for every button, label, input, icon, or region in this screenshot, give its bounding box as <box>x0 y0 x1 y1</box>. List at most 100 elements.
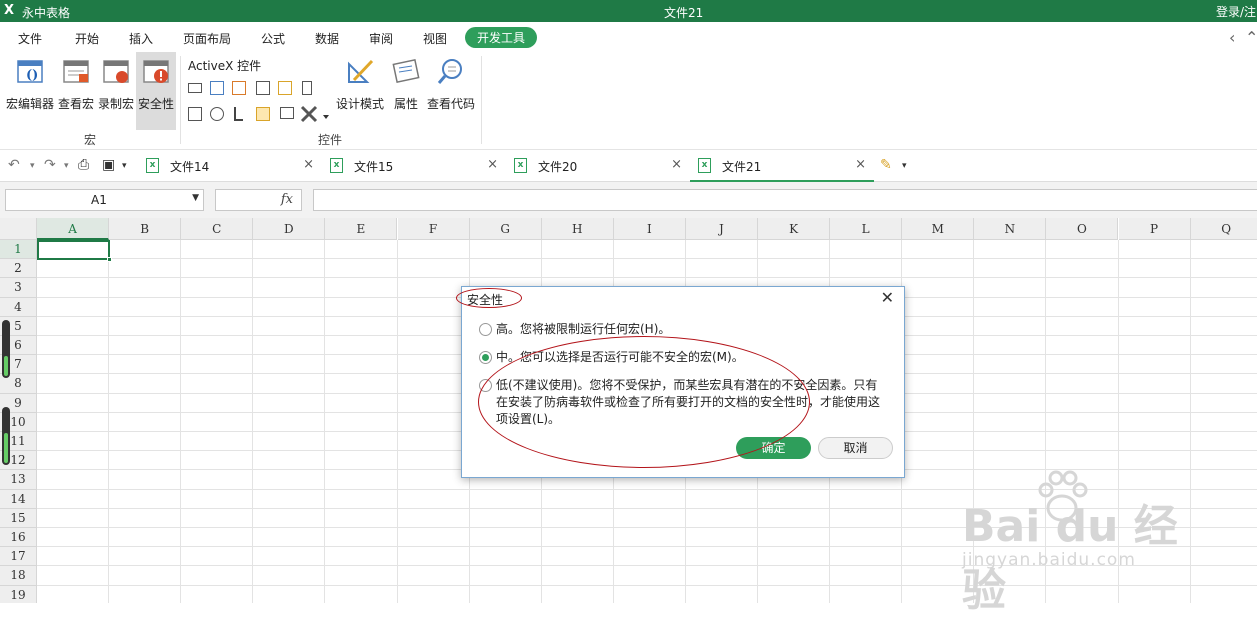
select-all-corner[interactable] <box>0 218 37 240</box>
view-macros-button[interactable]: 查看宏 <box>57 52 95 130</box>
label-control-icon[interactable] <box>234 107 243 121</box>
active-cell[interactable] <box>37 240 112 262</box>
fill-handle[interactable] <box>107 257 112 262</box>
column-header[interactable]: Q <box>1190 218 1257 240</box>
row-header[interactable]: 19 <box>0 585 37 603</box>
undo-dropdown-icon[interactable]: ▾ <box>30 161 35 171</box>
menu-insert[interactable]: 插入 <box>129 30 153 47</box>
ribbon-separator <box>180 56 181 144</box>
insert-function-box[interactable]: fx <box>215 189 302 211</box>
watermark-url: jingyan.baidu.com <box>962 550 1136 570</box>
tab-file15[interactable]: x 文件15 × <box>322 150 506 182</box>
column-header[interactable]: N <box>974 218 1047 240</box>
row-header[interactable]: 17 <box>0 547 37 567</box>
column-header[interactable]: G <box>469 218 542 240</box>
side-scroll-handle[interactable] <box>2 407 10 465</box>
column-header[interactable]: M <box>902 218 975 240</box>
close-tab-icon[interactable]: × <box>855 157 866 172</box>
row-header[interactable]: 1 <box>0 240 37 260</box>
row-header[interactable]: 18 <box>0 566 37 586</box>
column-header[interactable]: L <box>830 218 903 240</box>
more-controls-icon[interactable] <box>300 105 330 123</box>
row-header[interactable]: 3 <box>0 278 37 298</box>
column-header[interactable]: J <box>685 218 758 240</box>
tab-file14[interactable]: x 文件14 × <box>138 150 322 182</box>
new-document-icon[interactable]: ✎ <box>880 157 892 173</box>
menu-file[interactable]: 文件 <box>18 30 42 47</box>
quick-access-dropdown-icon[interactable]: ▾ <box>122 161 127 171</box>
menu-formulas[interactable]: 公式 <box>261 30 285 47</box>
formula-input[interactable] <box>313 189 1257 211</box>
security-icon <box>143 60 169 83</box>
design-mode-icon <box>348 59 374 83</box>
design-mode-button[interactable]: 设计模式 <box>334 52 386 130</box>
menu-developer[interactable]: 开发工具 <box>465 27 538 48</box>
macro-editor-button[interactable]: () 宏编辑器 <box>5 52 55 130</box>
redo-dropdown-icon[interactable]: ▾ <box>64 161 69 171</box>
login-link[interactable]: 登录/注 <box>1216 3 1256 20</box>
row-header[interactable]: 13 <box>0 470 37 490</box>
row-header[interactable]: 16 <box>0 528 37 548</box>
spin-control-icon[interactable] <box>302 81 312 95</box>
side-scroll-handle[interactable] <box>2 320 10 378</box>
column-header[interactable]: H <box>541 218 614 240</box>
record-macro-button[interactable]: 录制宏 <box>97 52 135 130</box>
menu-page-layout[interactable]: 页面布局 <box>183 30 231 47</box>
close-tab-icon[interactable]: × <box>671 157 682 172</box>
dialog-title: 安全性 <box>467 293 504 307</box>
back-arrow-icon[interactable]: ‹ <box>1229 28 1235 47</box>
grid-line <box>37 277 1257 279</box>
chevron-down-icon[interactable]: ▼ <box>192 193 199 203</box>
ok-button[interactable]: 确定 <box>736 437 811 459</box>
row-header[interactable]: 15 <box>0 508 37 528</box>
radio-button[interactable] <box>479 323 492 336</box>
row-header[interactable]: 2 <box>0 259 37 279</box>
view-code-button[interactable]: 查看代码 <box>426 52 476 130</box>
checkbox-control-icon[interactable] <box>232 81 246 95</box>
column-header[interactable]: A <box>37 218 110 240</box>
column-header[interactable]: I <box>613 218 686 240</box>
image-control-icon[interactable] <box>256 107 270 121</box>
collapse-ribbon-icon[interactable]: ⌃ <box>1245 28 1257 47</box>
column-header[interactable]: D <box>253 218 326 240</box>
textbox-control-icon[interactable] <box>278 81 292 95</box>
radio-button[interactable] <box>479 351 492 364</box>
print-preview-icon[interactable]: ⎙ <box>78 157 89 173</box>
security-button[interactable]: 安全性 <box>136 52 176 130</box>
watermark: Bai du 经验 jingyan.baidu.com <box>962 468 1192 616</box>
column-header[interactable]: B <box>109 218 182 240</box>
tab-file21[interactable]: x 文件21 × <box>690 150 874 182</box>
listbox-control-icon[interactable] <box>256 81 270 95</box>
column-header[interactable]: K <box>758 218 831 240</box>
close-tab-icon[interactable]: × <box>303 157 314 172</box>
undo-icon[interactable]: ↶ <box>8 157 20 173</box>
radio-button[interactable] <box>479 379 492 392</box>
menu-view[interactable]: 视图 <box>423 30 447 47</box>
name-box[interactable]: A1 ▼ <box>5 189 204 211</box>
column-header[interactable]: O <box>1046 218 1119 240</box>
record-macro-label: 录制宏 <box>97 97 134 111</box>
combobox-control-icon[interactable] <box>210 81 224 95</box>
save-icon[interactable]: ▣ <box>102 157 115 173</box>
button-control-icon[interactable] <box>188 83 202 93</box>
redo-icon[interactable]: ↷ <box>44 157 56 173</box>
cancel-button[interactable]: 取消 <box>818 437 893 459</box>
tab-file20[interactable]: x 文件20 × <box>506 150 690 182</box>
toggle-control-icon[interactable] <box>280 107 294 119</box>
properties-button[interactable]: 属性 <box>390 52 422 130</box>
scrollbar-control-icon[interactable] <box>188 107 202 121</box>
column-header[interactable]: C <box>181 218 254 240</box>
column-header[interactable]: E <box>325 218 398 240</box>
menu-review[interactable]: 审阅 <box>369 30 393 47</box>
column-header[interactable]: F <box>397 218 470 240</box>
menu-home[interactable]: 开始 <box>75 30 99 47</box>
close-tab-icon[interactable]: × <box>487 157 498 172</box>
close-icon[interactable]: ✕ <box>881 288 894 307</box>
option-button-control-icon[interactable] <box>210 107 224 121</box>
new-document-dropdown-icon[interactable]: ▾ <box>902 161 907 171</box>
column-header[interactable]: P <box>1118 218 1191 240</box>
row-header[interactable]: 14 <box>0 489 37 509</box>
function-icon[interactable]: fx <box>281 192 293 207</box>
menu-data[interactable]: 数据 <box>315 30 339 47</box>
row-header[interactable]: 4 <box>0 297 37 317</box>
